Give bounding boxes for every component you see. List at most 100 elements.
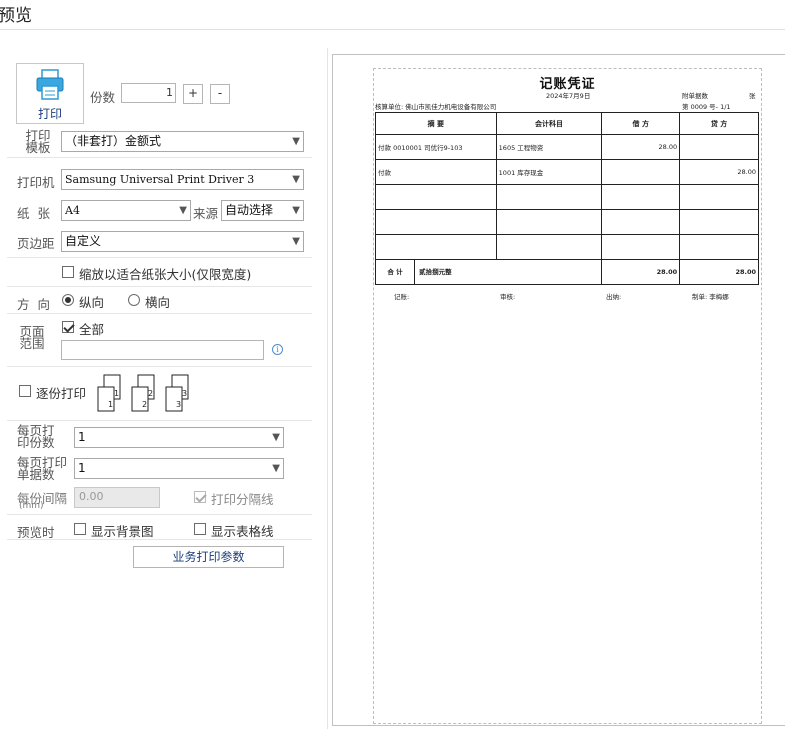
collate-illustration: 1 1 2 2 3 3 [97, 374, 189, 412]
total-words: 贰拾捌元整 [419, 268, 452, 276]
row-summary: 付款 [375, 159, 497, 185]
per-page-copies-label: 每页打 印份数 [17, 423, 55, 450]
voucher-number: 第 0009 号- 1/1 [682, 103, 731, 111]
gap-unit: (mm) [19, 501, 44, 511]
voucher-header-row: 摘 要 会计科目 借 方 贷 方 [375, 112, 759, 135]
panel-divider [327, 48, 328, 729]
print-button[interactable]: 打印 [16, 63, 84, 124]
margin-label: 页边距 [17, 236, 55, 251]
row-debit [601, 159, 681, 185]
table-row [375, 209, 759, 235]
footer-cashier: 出纳: [606, 293, 622, 301]
chevron-down-icon: ▼ [292, 205, 300, 216]
row-account: 1605 工程物资 [495, 134, 603, 160]
paper-select[interactable]: A4 ▼ [61, 200, 191, 221]
paper-select-value: A4 [65, 204, 80, 217]
show-grid-label: 显示表格线 [211, 524, 274, 539]
row-debit: 28.00 [601, 134, 681, 160]
source-select[interactable]: 自动选择 ▼ [221, 200, 304, 221]
divider [7, 514, 312, 515]
divider [7, 420, 312, 421]
template-select-value: （非套打）金额式 [65, 134, 162, 148]
row-credit [679, 134, 759, 160]
table-row: 付款 1001 库存现金 28.00 [375, 159, 759, 185]
per-page-copies-select[interactable]: 1 ▼ [74, 427, 284, 448]
company-label: 核算单位: 佛山市凯佳力机电设备有限公司 [375, 103, 497, 111]
collate-page-3b: 3 [176, 400, 181, 409]
attachments-unit: 张 [749, 92, 756, 100]
window-title: 预览 [0, 6, 32, 26]
source-select-value: 自动选择 [225, 203, 274, 217]
show-grid-checkbox[interactable] [194, 523, 206, 535]
row-credit [679, 184, 759, 210]
info-icon[interactable]: i [272, 344, 283, 355]
table-row [375, 234, 759, 260]
row-account [495, 209, 603, 235]
business-print-params-button[interactable]: 业务打印参数 [133, 546, 284, 568]
per-page-docs-select[interactable]: 1 ▼ [74, 458, 284, 479]
collate-page-1b: 1 [108, 400, 113, 409]
voucher-date: 2024年7月9日 [546, 92, 591, 100]
copies-label: 份数 [90, 90, 116, 105]
separator-checkbox[interactable] [194, 491, 206, 503]
show-background-checkbox[interactable] [74, 523, 86, 535]
chevron-down-icon: ▼ [179, 205, 187, 216]
collate-label: 逐份打印 [36, 386, 87, 401]
collate-page-3: 3 [182, 389, 187, 398]
header-summary: 摘 要 [375, 112, 497, 135]
template-select[interactable]: （非套打）金额式 ▼ [61, 131, 304, 152]
row-account [495, 234, 603, 260]
printer-label: 打印机 [17, 175, 55, 190]
row-summary [375, 234, 497, 260]
gap-input[interactable]: 0.00 [74, 487, 160, 508]
row-credit: 28.00 [679, 159, 759, 185]
printer-icon [36, 69, 64, 100]
table-row [375, 184, 759, 210]
per-page-copies-value: 1 [78, 430, 86, 444]
row-account [495, 184, 603, 210]
chevron-down-icon: ▼ [292, 174, 300, 185]
divider [7, 286, 312, 287]
copies-plus-button[interactable]: + [183, 84, 203, 104]
chevron-down-icon: ▼ [272, 463, 280, 474]
row-summary: 付款 0010001 司优行9-103 [375, 134, 497, 160]
header-debit: 借 方 [601, 112, 681, 135]
orientation-label: 方 向 [17, 297, 50, 312]
landscape-label: 横向 [145, 295, 171, 310]
collate-page-2: 2 [148, 389, 153, 398]
copies-minus-button[interactable]: - [210, 84, 230, 104]
header-credit: 贷 方 [679, 112, 759, 135]
margin-select[interactable]: 自定义 ▼ [61, 231, 304, 252]
page-range-input[interactable] [61, 340, 264, 360]
fit-to-paper-checkbox[interactable] [62, 266, 74, 278]
footer-reviewer: 审核: [500, 293, 516, 301]
print-button-label: 打印 [37, 107, 62, 121]
total-row: 合 计 贰拾捌元整 28.00 28.00 [374, 259, 759, 285]
row-debit [601, 209, 681, 235]
copies-input[interactable]: 1 [121, 83, 176, 103]
attachments-label: 附单据数 [682, 92, 708, 100]
voucher-table: 摘 要 会计科目 借 方 贷 方 付款 0010001 司优行9-103 160… [374, 112, 759, 285]
total-label: 合 计 [376, 260, 415, 284]
all-pages-label: 全部 [79, 322, 105, 337]
printer-select[interactable]: Samsung Universal Print Driver 3 ▼ [61, 169, 304, 190]
landscape-radio[interactable] [128, 294, 140, 306]
page-range-label: 页面 范围 [19, 324, 45, 351]
all-pages-checkbox[interactable] [62, 321, 74, 333]
separator-label: 打印分隔线 [211, 492, 274, 507]
per-page-docs-value: 1 [78, 461, 86, 475]
footer-bookkeeper: 记账: [394, 293, 410, 301]
per-page-docs-label: 每页打印 单据数 [17, 455, 68, 482]
portrait-radio[interactable] [62, 294, 74, 306]
template-label: 打印 模板 [25, 128, 51, 155]
row-debit [601, 184, 681, 210]
divider [7, 366, 312, 367]
title-divider [0, 29, 785, 30]
header-account: 会计科目 [495, 112, 603, 135]
total-debit: 28.00 [601, 259, 681, 285]
row-summary [375, 209, 497, 235]
printer-select-value: Samsung Universal Print Driver 3 [65, 173, 255, 186]
row-credit [679, 234, 759, 260]
table-row: 付款 0010001 司优行9-103 1605 工程物资 28.00 [375, 134, 759, 160]
collate-checkbox[interactable] [19, 385, 31, 397]
